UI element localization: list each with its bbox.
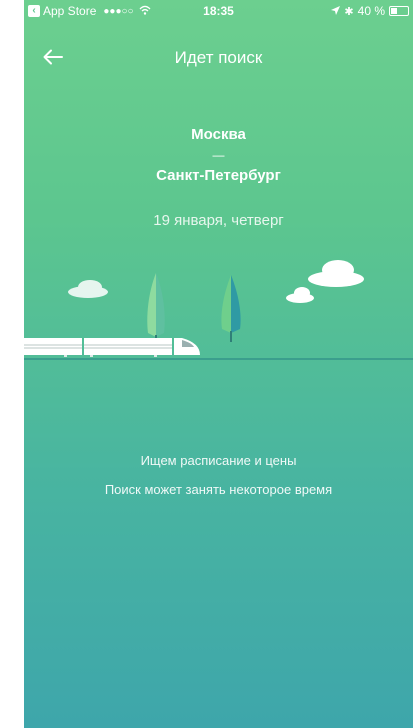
cloud-icon [286,287,314,303]
battery-icon [389,6,409,16]
bluetooth-icon: ✱ [344,5,354,18]
phone-screen: ‹ App Store ●●●○○ 18:35 ✱ 40 % Идет поис… [24,0,413,728]
cloud-icon [308,260,364,287]
status-bar: ‹ App Store ●●●○○ 18:35 ✱ 40 % [24,0,413,22]
departure-city: Москва [191,126,246,143]
status-right: ✱ 40 % [331,4,409,18]
train-illustration [24,260,413,360]
train-icon [24,338,200,357]
cloud-icon [68,280,108,298]
search-status-message: Ищем расписание и цены [140,453,297,468]
travel-date: 19 января, четверг [153,212,284,229]
location-icon [331,4,341,18]
tree-icon [221,275,241,342]
arrival-city: Санкт-Петербург [156,167,281,184]
tree-icon [147,273,165,345]
route-separator: — [212,148,225,162]
search-wait-hint: Поиск может занять некоторое время [104,482,333,497]
page-title: Идет поиск [174,48,263,67]
battery-level [391,8,397,14]
battery-percent: 40 % [357,4,385,18]
navigation-bar: Идет поиск [24,42,413,76]
